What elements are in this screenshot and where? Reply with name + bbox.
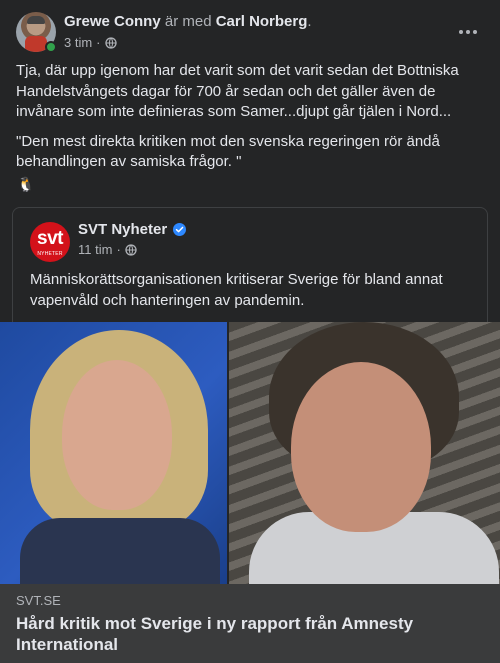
post-time[interactable]: 3 tim [64, 35, 92, 50]
globe-icon [125, 243, 137, 256]
svt-logo-text: svt [37, 228, 63, 249]
more-options-icon[interactable] [456, 20, 480, 44]
link-preview-footer[interactable]: SVT.SE Hård kritik mot Sverige i ny rapp… [0, 584, 500, 663]
globe-icon [104, 36, 117, 49]
shared-post-card[interactable]: svt NYHETER SVT Nyheter 11 tim · Människ… [12, 207, 488, 335]
meta-separator: · [96, 35, 101, 50]
penguin-icon: 🐧 [17, 176, 35, 192]
shared-time[interactable]: 11 tim [78, 242, 112, 257]
svt-logo-subtext: NYHETER [37, 251, 63, 257]
avatar-hat [27, 16, 45, 24]
author-name[interactable]: Grewe Conny [64, 13, 161, 30]
verified-badge-icon [173, 223, 187, 236]
avatar-shirt [25, 36, 47, 52]
author-line: Grewe Conny är med Carl Norberg. [64, 13, 312, 30]
shared-separator: · [116, 242, 121, 257]
with-text: är med [164, 13, 212, 30]
post-paragraph-1: Tja, där upp igenom har det varit som de… [16, 62, 459, 120]
shared-page-name: SVT Nyheter [78, 221, 187, 238]
photo-woman-left [0, 322, 227, 584]
photo-woman-right [229, 322, 500, 584]
online-status-icon [45, 41, 57, 53]
shared-text: Människorättsorganisationen kritiserar S… [30, 271, 443, 309]
tagged-name[interactable]: Carl Norberg [216, 13, 308, 30]
link-domain: SVT.SE [16, 593, 61, 608]
post-text: Tja, där upp igenom har det varit som de… [16, 61, 486, 182]
shared-meta: 11 tim · [78, 242, 137, 257]
post-header: Grewe Conny är med Carl Norberg. 3 tim · [16, 12, 484, 56]
svt-logo[interactable]: svt NYHETER [30, 222, 70, 262]
post-paragraph-2: "Den mest direkta kritiken mot den svens… [16, 132, 440, 171]
tagged-suffix: . [307, 13, 312, 30]
link-title[interactable]: Hård kritik mot Sverige i ny rapport frå… [16, 613, 484, 655]
link-preview-image[interactable] [0, 322, 500, 584]
page-name-label[interactable]: SVT Nyheter [78, 221, 167, 238]
post-meta: 3 tim · [64, 35, 117, 50]
